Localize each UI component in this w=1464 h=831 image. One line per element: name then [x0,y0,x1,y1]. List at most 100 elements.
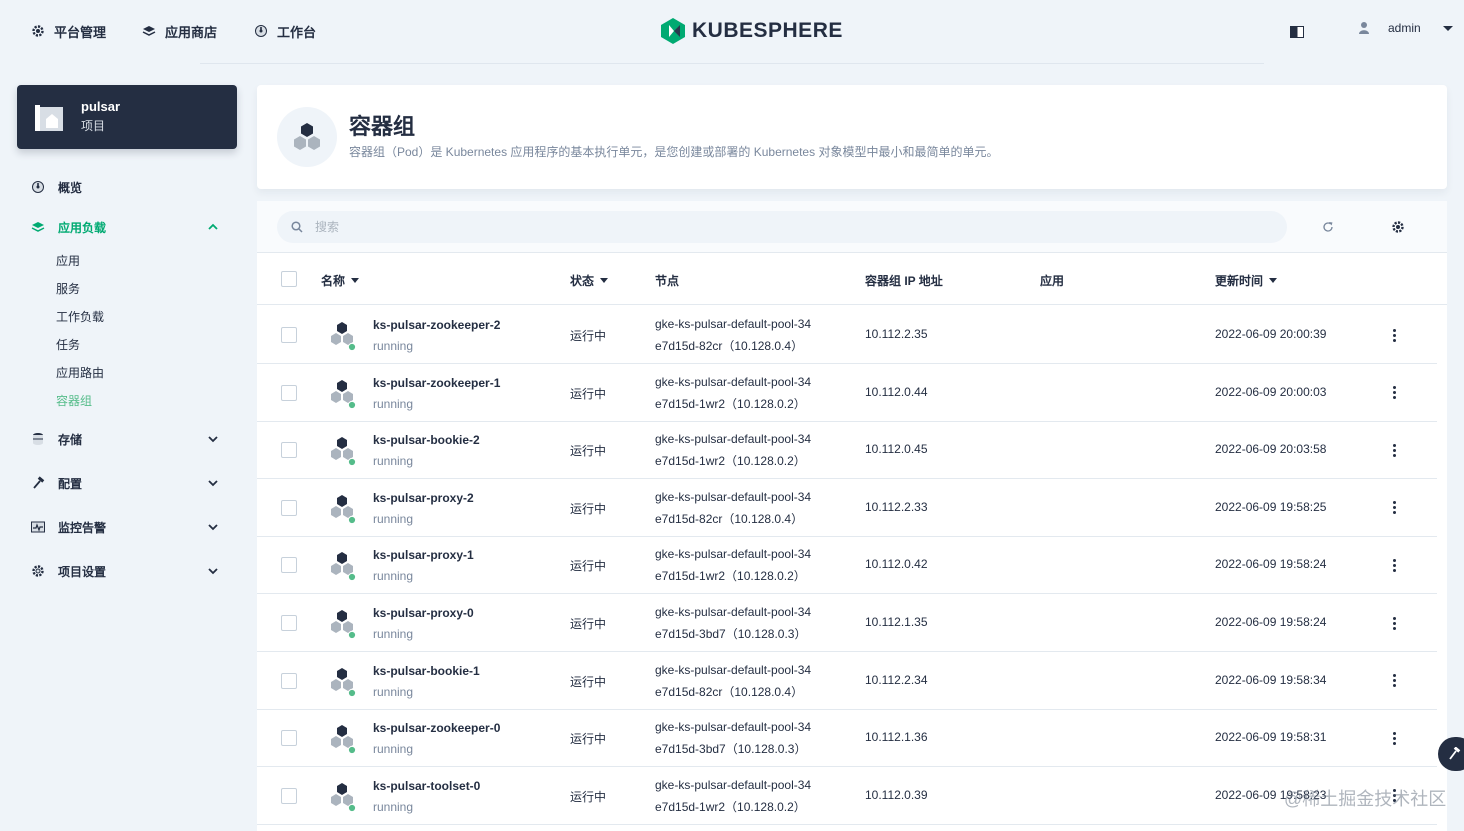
more-icon[interactable] [1385,555,1403,575]
pod-status: running [373,511,414,526]
page-title: 容器组 [349,114,416,139]
row-checkbox[interactable] [281,442,297,459]
column-node: 节点 [655,272,679,289]
sidebar-sub-services[interactable]: 服务 [56,279,80,299]
table-row[interactable]: ks-pulsar-toolset-0 running 运行中 gke-ks-puls… [257,767,1437,825]
pod-node-address[interactable]: e7d15d-1wr2（10.128.0.2） [655,395,806,412]
sidebar-item-overview[interactable]: 概览 [30,172,225,202]
kubesphere-logo-icon [661,18,685,44]
pod-name[interactable]: ks-pulsar-proxy-0 [373,606,474,620]
sidebar-item-workloads[interactable]: 应用负载 [30,212,225,242]
pod-status: running [373,569,414,584]
pod-node-address[interactable]: e7d15d-3bd7（10.128.0.3） [655,625,806,642]
sidebar-sub-apps[interactable]: 应用 [56,251,80,271]
project-card[interactable]: pulsar 项目 [17,85,237,149]
pod-state: 运行中 [570,789,607,804]
pod-name[interactable]: ks-pulsar-zookeeper-2 [373,318,500,332]
pod-state: 运行中 [570,674,607,689]
pod-name[interactable]: ks-pulsar-toolset-0 [373,779,480,793]
pod-name[interactable]: ks-pulsar-proxy-1 [373,548,474,562]
row-checkbox[interactable] [281,787,297,804]
pod-name[interactable]: ks-pulsar-zookeeper-1 [373,376,500,390]
pod-node[interactable]: gke-ks-pulsar-default-pool-34 [655,317,811,331]
kubesphere-logo[interactable]: KUBESPHERE [660,17,843,45]
pod-node-address[interactable]: e7d15d-3bd7（10.128.0.3） [655,740,806,757]
table-row[interactable]: ks-pulsar-zookeeper-2 running 运行中 gke-ks-pu… [257,306,1437,364]
user-icon [1359,22,1369,34]
more-icon[interactable] [1385,728,1403,748]
pod-node[interactable]: gke-ks-pulsar-default-pool-34 [655,663,811,677]
pod-node[interactable]: gke-ks-pulsar-default-pool-34 [655,547,811,561]
pod-name[interactable]: ks-pulsar-bookie-2 [373,433,480,447]
column-app-label: 应用 [1040,274,1065,288]
row-checkbox[interactable] [281,384,297,401]
pod-ip: 10.112.2.35 [865,327,928,341]
table-row[interactable]: ks-pulsar-proxy-1 running 运行中 gke-ks-pulsar… [257,536,1437,595]
theme-toggle-icon[interactable] [1290,26,1304,38]
pod-node[interactable]: gke-ks-pulsar-default-pool-34 [655,720,811,734]
sidebar-sub-pods[interactable]: 容器组 [56,391,92,411]
sidebar-item-storage[interactable]: 存储 [30,424,225,454]
pod-ip: 10.112.0.42 [865,557,928,572]
pod-name[interactable]: ks-pulsar-proxy-2 [373,491,474,505]
caret-down-icon [600,278,609,283]
pod-node-address[interactable]: e7d15d-82cr（10.128.0.4） [655,510,803,527]
pod-node[interactable]: gke-ks-pulsar-default-pool-34 [655,778,811,792]
pod-name[interactable]: ks-pulsar-bookie-1 [373,664,480,678]
nav-workbench[interactable]: 工作台 [253,20,316,42]
pod-node[interactable]: gke-ks-pulsar-default-pool-34 [655,432,811,446]
more-icon[interactable] [1385,498,1403,518]
sidebar-item-settings[interactable]: 项目设置 [30,556,225,586]
sidebar-sub-workloads[interactable]: 工作负载 [56,307,104,327]
gear-icon[interactable] [1389,218,1407,236]
pod-name[interactable]: ks-pulsar-zookeeper-0 [373,721,500,735]
more-icon[interactable] [1385,613,1403,633]
pod-status: running [373,627,414,641]
user-menu[interactable]: admin [1358,21,1453,35]
pod-node-address[interactable]: e7d15d-1wr2（10.128.0.2） [655,798,806,815]
pod-node[interactable]: gke-ks-pulsar-default-pool-34 [655,490,811,504]
table-row[interactable]: ks-pulsar-proxy-2 running 运行中 gke-ks-pulsar… [257,479,1437,537]
row-checkbox[interactable] [281,615,297,631]
select-all-checkbox[interactable] [281,271,297,287]
table-row[interactable]: ks-pulsar-zookeeper-0 running 运行中 gke-ks-pu… [257,709,1437,768]
more-icon[interactable] [1385,440,1403,460]
more-icon[interactable] [1385,671,1403,691]
table-row[interactable]: ks-pulsar-zookeeper-1 running 运行中 gke-ks-pu… [257,364,1437,422]
sidebar-sub-jobs[interactable]: 任务 [56,335,80,355]
more-icon[interactable] [1385,325,1403,345]
table-row[interactable]: ks-pulsar-proxy-0 running 运行中 gke-ks-pulsar… [257,594,1437,652]
pod-node-address[interactable]: e7d15d-1wr2（10.128.0.2） [655,452,806,469]
nav-workbench-label: 工作台 [277,24,317,40]
column-updated[interactable]: 更新时间 [1215,272,1278,289]
pod-node-address[interactable]: e7d15d-82cr（10.128.0.4） [655,683,803,700]
toolbox-button[interactable] [1438,737,1464,771]
pod-node[interactable]: gke-ks-pulsar-default-pool-34 [655,605,811,619]
top-nav: 平台管理 应用商店 工作台 KUBESPHERE admin [0,0,1464,64]
more-icon[interactable] [1385,383,1403,403]
dashboard-icon [30,179,46,195]
column-node-label: 节点 [655,274,680,288]
pod-node-address[interactable]: e7d15d-1wr2（10.128.0.2） [655,567,806,584]
refresh-icon[interactable] [1319,218,1337,236]
table-row[interactable]: ks-pulsar-bookie-1 running 运行中 gke-ks-pulsa… [257,652,1437,710]
chevron-down-icon [1442,25,1453,31]
row-checkbox[interactable] [281,499,297,516]
pod-icon [331,437,357,467]
row-checkbox[interactable] [281,327,297,343]
column-status[interactable]: 状态 [570,272,609,289]
row-checkbox[interactable] [281,557,297,574]
table-row[interactable]: ks-pulsar-bookie-2 running 运行中 gke-ks-pulsa… [257,421,1437,480]
sidebar-item-config[interactable]: 配置 [30,468,225,498]
sidebar-item-monitoring[interactable]: 监控告警 [30,512,225,542]
column-name[interactable]: 名称 [321,272,360,289]
row-checkbox[interactable] [281,672,297,689]
nav-app-store[interactable]: 应用商店 [141,20,217,42]
row-checkbox[interactable] [281,730,297,747]
search-input[interactable] [315,220,1215,234]
pod-node[interactable]: gke-ks-pulsar-default-pool-34 [655,375,811,389]
nav-platform-management[interactable]: 平台管理 [30,20,106,42]
pod-node-address[interactable]: e7d15d-82cr（10.128.0.4） [655,337,803,354]
search-bar[interactable] [277,211,1287,243]
sidebar-sub-ingresses[interactable]: 应用路由 [56,363,104,383]
